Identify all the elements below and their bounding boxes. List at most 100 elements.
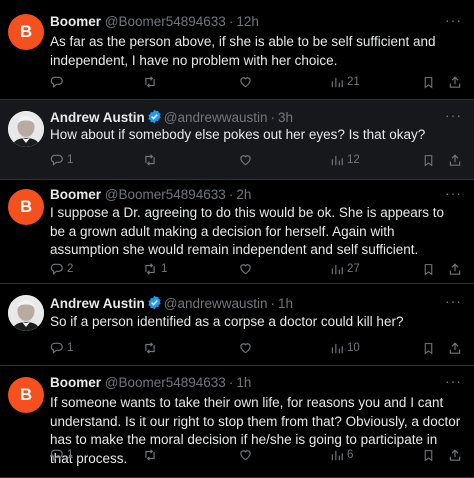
- action-bar: 16: [50, 446, 462, 464]
- reply-button[interactable]: 2: [50, 260, 73, 278]
- bookmark-button[interactable]: [422, 151, 435, 169]
- bookmark-icon: [422, 448, 435, 463]
- tweet-header: Boomer @Boomer54894633 · 1h: [50, 375, 251, 390]
- views-icon: [330, 75, 344, 89]
- reply-count: 1: [67, 449, 74, 461]
- views-button[interactable]: 12: [330, 151, 360, 169]
- reply-button[interactable]: 1: [50, 151, 73, 169]
- tweet[interactable]: B Boomer @Boomer54894633 · 12h ··· As far as …: [0, 0, 474, 100]
- display-name[interactable]: Boomer: [50, 375, 101, 390]
- retweet-button[interactable]: [142, 73, 161, 91]
- verified-badge-icon: [147, 295, 162, 313]
- avatar[interactable]: [8, 111, 44, 147]
- user-handle[interactable]: @andrewwaustin: [164, 110, 268, 125]
- reply-icon: [50, 153, 64, 167]
- avatar[interactable]: B: [8, 14, 44, 50]
- avatar[interactable]: B: [8, 377, 44, 413]
- bookmark-icon: [422, 75, 435, 90]
- share-button[interactable]: [448, 151, 462, 169]
- share-icon: [448, 262, 462, 277]
- action-bar: 1 10: [50, 339, 462, 357]
- bookmark-icon: [422, 341, 435, 356]
- share-icon: [448, 448, 462, 463]
- timestamp[interactable]: 1h: [236, 375, 251, 390]
- bookmark-button[interactable]: [422, 339, 435, 357]
- retweet-icon: [142, 341, 158, 355]
- retweet-button[interactable]: 1: [142, 260, 167, 278]
- retweet-icon: [142, 262, 158, 276]
- tweet-text: As far as the person above, if she is ab…: [50, 34, 436, 68]
- views-button[interactable]: 21: [330, 73, 360, 91]
- dot-separator: ·: [270, 110, 276, 125]
- more-icon[interactable]: ···: [445, 12, 462, 28]
- reply-icon: [50, 448, 64, 462]
- like-button[interactable]: [238, 446, 256, 464]
- action-bar: 2 1 27: [50, 260, 462, 278]
- like-button[interactable]: [238, 339, 256, 357]
- share-icon: [448, 153, 462, 168]
- bookmark-icon: [422, 153, 435, 168]
- timestamp[interactable]: 1h: [278, 296, 293, 311]
- user-handle[interactable]: @Boomer54894633: [105, 187, 226, 202]
- tweet-header: Boomer @Boomer54894633 · 2h: [50, 187, 251, 202]
- like-button[interactable]: [238, 260, 256, 278]
- share-icon: [448, 341, 462, 356]
- more-icon[interactable]: ···: [445, 373, 462, 389]
- reply-count: 1: [67, 154, 74, 166]
- reply-icon: [50, 341, 64, 355]
- retweet-button[interactable]: [142, 151, 161, 169]
- tweet-header: Boomer @Boomer54894633 · 12h: [50, 14, 259, 29]
- like-icon: [238, 341, 253, 355]
- tweet-text: I suppose a Dr. agreeing to do this woul…: [50, 205, 444, 257]
- share-button[interactable]: [448, 339, 462, 357]
- timestamp[interactable]: 12h: [236, 14, 259, 29]
- bookmark-button[interactable]: [422, 73, 435, 91]
- more-icon[interactable]: ···: [445, 185, 462, 201]
- user-handle[interactable]: @Boomer54894633: [105, 14, 226, 29]
- reply-count: 2: [67, 263, 74, 275]
- user-handle[interactable]: @Boomer54894633: [105, 375, 226, 390]
- bookmark-icon: [422, 262, 435, 277]
- like-button[interactable]: [238, 151, 256, 169]
- more-icon[interactable]: ···: [445, 107, 462, 123]
- more-icon[interactable]: ···: [445, 293, 462, 309]
- user-handle[interactable]: @andrewwaustin: [164, 296, 268, 311]
- display-name[interactable]: Boomer: [50, 187, 101, 202]
- reply-button[interactable]: [50, 73, 67, 91]
- dot-separator: ·: [270, 296, 276, 311]
- views-button[interactable]: 27: [330, 260, 360, 278]
- dot-separator: ·: [228, 187, 234, 202]
- views-count: 12: [347, 154, 360, 166]
- timestamp[interactable]: 2h: [236, 187, 251, 202]
- display-name[interactable]: Boomer: [50, 14, 101, 29]
- views-button[interactable]: 10: [330, 339, 360, 357]
- bookmark-button[interactable]: [422, 446, 435, 464]
- display-name[interactable]: Andrew Austin: [50, 110, 145, 125]
- retweet-button[interactable]: [142, 446, 161, 464]
- like-button[interactable]: [238, 73, 256, 91]
- reply-icon: [50, 75, 64, 89]
- avatar[interactable]: [8, 295, 44, 331]
- views-count: 6: [347, 449, 354, 461]
- tweet[interactable]: Andrew Austin @andrewwaustin · 3h ··· How abo…: [0, 100, 474, 180]
- dot-separator: ·: [228, 14, 234, 29]
- reply-button[interactable]: 1: [50, 339, 73, 357]
- views-icon: [330, 262, 344, 276]
- dot-separator: ·: [228, 375, 234, 390]
- views-count: 27: [347, 263, 360, 275]
- tweet[interactable]: B Boomer @Boomer54894633 · 2h ··· I suppose a…: [0, 180, 474, 284]
- timestamp[interactable]: 3h: [278, 110, 293, 125]
- share-button[interactable]: [448, 260, 462, 278]
- share-button[interactable]: [448, 73, 462, 91]
- tweet-header: Andrew Austin @andrewwaustin · 1h: [50, 295, 293, 313]
- views-button[interactable]: 6: [330, 446, 353, 464]
- retweet-button[interactable]: [142, 339, 161, 357]
- like-icon: [238, 262, 253, 276]
- bookmark-button[interactable]: [422, 260, 435, 278]
- avatar[interactable]: B: [8, 189, 44, 225]
- tweet[interactable]: Andrew Austin @andrewwaustin · 1h ··· So if a…: [0, 284, 474, 366]
- reply-button[interactable]: 1: [50, 446, 73, 464]
- display-name[interactable]: Andrew Austin: [50, 296, 145, 311]
- tweet[interactable]: B Boomer @Boomer54894633 · 1h ··· If someone …: [0, 366, 474, 478]
- share-button[interactable]: [448, 446, 462, 464]
